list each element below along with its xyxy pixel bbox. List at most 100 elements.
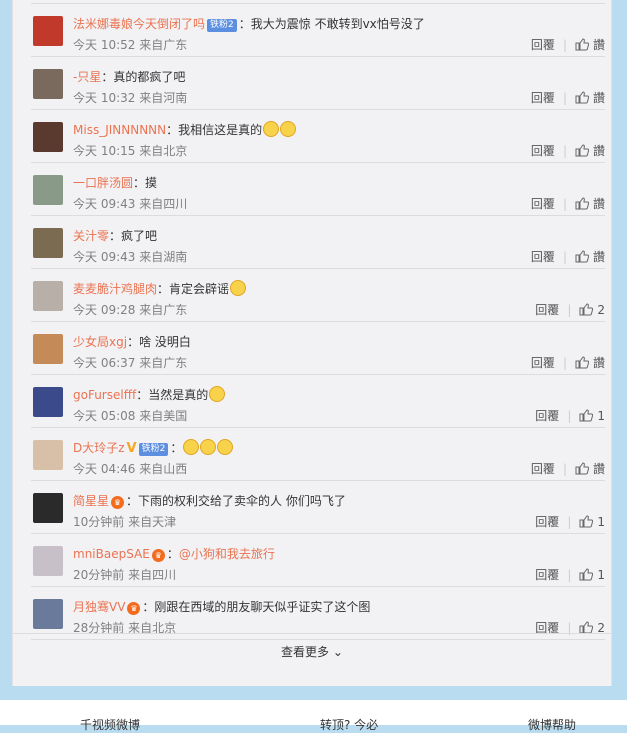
comment-row: -只星：真的都疯了吧 今天 10:32 来自河南 回覆 | 讚 bbox=[31, 57, 605, 110]
avatar[interactable] bbox=[33, 599, 63, 629]
comment-text: ：当然是真的 bbox=[136, 388, 209, 402]
comment-text: ：肯定会辟谣 bbox=[157, 282, 230, 296]
comment-row: 简星星 ♛ ：下雨的权利交给了卖伞的人 你们吗飞了 10分钟前 来自天津 回覆 | 1 bbox=[31, 481, 605, 534]
like-label: 讚 bbox=[592, 38, 605, 52]
comment-text: ：疯了吧 bbox=[109, 229, 158, 243]
username-link[interactable]: 一口胖汤圆 bbox=[73, 176, 133, 190]
comment-row: 关汁零：疯了吧 今天 09:43 来自湖南 回覆 | 讚 bbox=[31, 216, 605, 269]
like-button[interactable]: 讚 bbox=[575, 38, 605, 52]
mention-link[interactable]: @小狗和我去旅行 bbox=[179, 547, 275, 561]
thumb-up-icon bbox=[575, 356, 589, 369]
avatar[interactable] bbox=[33, 16, 63, 46]
comment-actions: 回覆 | 讚 bbox=[531, 195, 605, 212]
avatar[interactable] bbox=[33, 387, 63, 417]
comment-meta: 今天 10:15 来自北京 bbox=[73, 144, 188, 158]
comment-text: ： bbox=[166, 547, 179, 561]
like-button[interactable]: 讚 bbox=[575, 356, 605, 370]
comment-meta: 今天 05:08 来自美国 bbox=[73, 409, 188, 423]
username-link[interactable]: 简星星 bbox=[73, 494, 109, 508]
like-label: 2 bbox=[597, 303, 605, 317]
view-more-label: 查看更多 bbox=[281, 645, 330, 659]
reply-button[interactable]: 回覆 bbox=[535, 409, 559, 423]
avatar[interactable] bbox=[33, 228, 63, 258]
like-button[interactable]: 讚 bbox=[575, 462, 605, 476]
comment-row: mniBaepSAE ♛ ：@小狗和我去旅行 20分钟前 来自四川 回覆 | 1 bbox=[31, 534, 605, 587]
like-button[interactable]: 讚 bbox=[575, 91, 605, 105]
username-link[interactable]: -只星 bbox=[73, 70, 101, 84]
comment-row: Miss_JINNNNNN：我相信这是真的 今天 10:15 来自北京 回覆 | 讚 bbox=[31, 110, 605, 163]
divider: | bbox=[562, 356, 567, 370]
comment-text-line: Miss_JINNNNNN：我相信这是真的 bbox=[73, 121, 297, 138]
thumb-up-icon bbox=[575, 250, 589, 263]
like-button[interactable]: 讚 bbox=[575, 197, 605, 211]
like-label: 讚 bbox=[592, 250, 605, 264]
reply-button[interactable]: 回覆 bbox=[531, 197, 555, 211]
avatar[interactable] bbox=[33, 334, 63, 364]
like-button[interactable]: 1 bbox=[579, 515, 605, 529]
like-button[interactable]: 1 bbox=[579, 409, 605, 423]
emoji-icon bbox=[217, 439, 234, 455]
comment-row: 一口胖汤圆：摸 今天 09:43 来自四川 回覆 | 讚 bbox=[31, 163, 605, 216]
username-link[interactable]: 麦麦脆汁鸡腿肉 bbox=[73, 282, 157, 296]
emoji-icon bbox=[200, 439, 217, 455]
thumb-up-icon bbox=[575, 38, 589, 51]
divider: | bbox=[562, 91, 567, 105]
reply-button[interactable]: 回覆 bbox=[531, 356, 555, 370]
like-label: 讚 bbox=[592, 356, 605, 370]
thumb-up-icon bbox=[575, 91, 589, 104]
comment-meta: 今天 09:43 来自四川 bbox=[73, 197, 188, 211]
like-label: 1 bbox=[597, 515, 605, 529]
avatar[interactable] bbox=[33, 175, 63, 205]
like-button[interactable]: 讚 bbox=[575, 250, 605, 264]
comment-text-line: 简星星 ♛ ：下雨的权利交给了卖伞的人 你们吗飞了 bbox=[73, 492, 346, 509]
like-button[interactable]: 1 bbox=[579, 568, 605, 582]
comment-meta: 今天 09:28 来自广东 bbox=[73, 303, 188, 317]
reply-button[interactable]: 回覆 bbox=[535, 515, 559, 529]
username-link[interactable]: 月独骞VV bbox=[73, 600, 125, 614]
divider: | bbox=[562, 462, 567, 476]
username-link[interactable]: Miss_JINNNNNN bbox=[73, 123, 166, 137]
reply-button[interactable]: 回覆 bbox=[531, 250, 555, 264]
divider bbox=[13, 633, 611, 634]
fan-badge: 铁粉2 bbox=[138, 443, 169, 456]
view-more-button[interactable]: 查看更多 ⌄ bbox=[13, 643, 611, 660]
divider: | bbox=[567, 303, 572, 317]
username-link[interactable]: goFurselfff bbox=[73, 388, 136, 402]
reply-button[interactable]: 回覆 bbox=[535, 303, 559, 317]
comment-text-line: goFurselfff：当然是真的 bbox=[73, 386, 226, 403]
username-link[interactable]: 关汁零 bbox=[73, 229, 109, 243]
like-label: 1 bbox=[597, 568, 605, 582]
emoji-icon bbox=[263, 121, 280, 137]
comment-text: ：刚跟在西域的朋友聊天似乎证实了这个图 bbox=[142, 600, 371, 614]
comment-text-line: 月独骞VV ♛ ：刚跟在西域的朋友聊天似乎证实了这个图 bbox=[73, 598, 370, 615]
footer: 千视频微博 转顶? 今必 微博帮助 bbox=[0, 700, 627, 732]
fan-badge: 铁粉2 bbox=[207, 19, 237, 32]
avatar[interactable] bbox=[33, 122, 63, 152]
username-link[interactable]: 少女局xgj bbox=[73, 335, 127, 349]
avatar[interactable] bbox=[33, 546, 63, 576]
username-link[interactable]: mniBaepSAE bbox=[73, 547, 150, 561]
vip-badge-icon: ♛ bbox=[111, 496, 125, 509]
thumb-up-icon bbox=[575, 144, 589, 157]
emoji-icon bbox=[230, 280, 247, 296]
username-link[interactable]: D大玲子z bbox=[73, 441, 125, 455]
comment-text-line: 少女局xgj：啥 没明白 bbox=[73, 333, 191, 350]
like-button[interactable]: 2 bbox=[579, 303, 605, 317]
username-link[interactable]: 法米娜毒娘今天倒闭了吗 bbox=[73, 17, 205, 31]
avatar[interactable] bbox=[33, 69, 63, 99]
divider: | bbox=[562, 144, 567, 158]
reply-button[interactable]: 回覆 bbox=[531, 91, 555, 105]
comment-meta: 今天 09:43 来自湖南 bbox=[73, 250, 188, 264]
reply-button[interactable]: 回覆 bbox=[531, 462, 555, 476]
comment-text-line: D大玲子z V 铁粉2： bbox=[73, 439, 234, 456]
reply-button[interactable]: 回覆 bbox=[531, 38, 555, 52]
comment-text: ： bbox=[170, 441, 183, 455]
comment-text: ：我相信这是真的 bbox=[166, 123, 263, 137]
like-button[interactable]: 讚 bbox=[575, 144, 605, 158]
comment-text-line: mniBaepSAE ♛ ：@小狗和我去旅行 bbox=[73, 545, 275, 562]
avatar[interactable] bbox=[33, 281, 63, 311]
avatar[interactable] bbox=[33, 493, 63, 523]
avatar[interactable] bbox=[33, 440, 63, 470]
reply-button[interactable]: 回覆 bbox=[531, 144, 555, 158]
reply-button[interactable]: 回覆 bbox=[535, 568, 559, 582]
